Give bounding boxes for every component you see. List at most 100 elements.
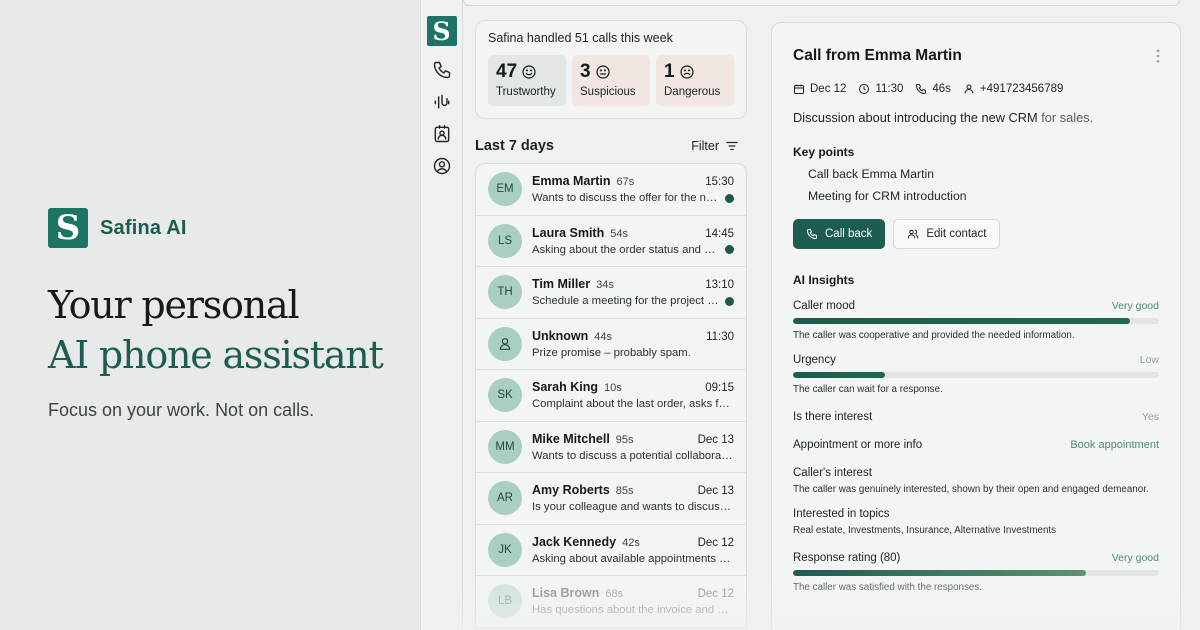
- more-options-icon[interactable]: [1156, 49, 1160, 63]
- key-point: Call back Emma Martin: [808, 167, 934, 181]
- call-time: 09:15: [705, 382, 734, 395]
- ai-insights: AI Insights Caller mood Very good The cal…: [793, 273, 1159, 593]
- phone-icon: [916, 84, 927, 94]
- call-row[interactable]: LS Laura Smith 54s 14:45 Asking about the …: [476, 216, 746, 267]
- stat-label: Suspicious: [580, 86, 636, 98]
- mood-bar: [793, 318, 1159, 324]
- clock-icon: [859, 84, 870, 94]
- avatar: EM: [488, 172, 522, 207]
- insight-value: Low: [1139, 354, 1159, 366]
- insight-label: Urgency: [793, 354, 836, 366]
- call-duration: 46s: [932, 83, 951, 95]
- call-time: Dec 13: [697, 485, 734, 498]
- phone-icon: [807, 229, 817, 239]
- call-summary: Asking about available appointments next…: [532, 552, 734, 565]
- avatar: LS: [488, 223, 522, 258]
- stats-title: Safina handled 51 calls this week: [488, 31, 673, 45]
- call-time: Dec 12: [697, 536, 734, 549]
- insight-label: Caller's interest: [793, 467, 872, 479]
- call-time: Dec 13: [697, 433, 734, 446]
- list-header: Last 7 days Filter: [475, 137, 747, 155]
- book-appointment-link[interactable]: Book appointment: [1070, 439, 1159, 451]
- rail-logo[interactable]: S: [426, 16, 457, 46]
- call-duration: 42s: [622, 536, 640, 549]
- avatar: [488, 326, 522, 361]
- call-row[interactable]: AR Amy Roberts 85s Dec 13 Is your colleagu…: [476, 473, 746, 525]
- description-muted: for sales.: [1041, 110, 1094, 125]
- smile-icon: [522, 65, 536, 79]
- weekly-stats-card: Safina handled 51 calls this week 47 Tru…: [475, 20, 747, 119]
- call-back-button[interactable]: Call back: [793, 219, 886, 249]
- stat-label: Dangerous: [664, 86, 721, 98]
- filter-label: Filter: [691, 139, 719, 153]
- key-points-title: Key points: [793, 145, 855, 159]
- call-row[interactable]: TH Tim Miller 34s 13:10 Schedule a meeting…: [476, 267, 746, 319]
- insight-caller-mood: Caller mood Very good The caller was coop…: [793, 300, 1159, 341]
- caller-name: Laura Smith: [532, 225, 605, 240]
- insight-label: Response rating (80): [793, 552, 901, 564]
- call-row[interactable]: Unknown 44s 11:30 Prize promise – probably…: [476, 319, 746, 370]
- caller-name: Tim Miller: [532, 277, 591, 292]
- insight-note: The caller can wait for a response.: [793, 384, 943, 395]
- avatar: AR: [488, 481, 522, 516]
- avatar: TH: [488, 275, 522, 310]
- top-bar: [463, 0, 1180, 6]
- hero-title-line1: Your personal: [48, 283, 300, 327]
- calendar-icon: [794, 84, 804, 94]
- caller-name: Amy Roberts: [532, 483, 610, 498]
- insight-caller-interest: Caller's interest The caller was genuine…: [793, 467, 1159, 495]
- app-window: S Safina handled 51 calls this week 47 T…: [420, 0, 1200, 630]
- call-row[interactable]: SK Sarah King 10s 09:15 Complaint about th…: [476, 370, 746, 422]
- hero-title: Your personal AI phone assistant: [48, 280, 408, 380]
- insight-topics: Interested in topics Real estate, Invest…: [793, 508, 1159, 536]
- stat-dangerous[interactable]: 1 Dangerous: [656, 55, 734, 106]
- filter-button[interactable]: Filter: [691, 139, 747, 153]
- stat-suspicious[interactable]: 3 Suspicious: [572, 55, 650, 106]
- waveform-icon[interactable]: [432, 92, 452, 112]
- detail-actions: Call back Edit contact: [793, 219, 1159, 249]
- insight-text: The caller was genuinely interested, sho…: [793, 484, 1149, 495]
- insight-value: Very good: [1111, 300, 1159, 312]
- call-time: 14:45: [705, 227, 734, 240]
- call-summary: Prize promise – probably spam.: [532, 346, 691, 359]
- user-icon: [964, 84, 974, 94]
- insight-appointment: Appointment or more info Book appointment: [793, 439, 1159, 451]
- call-row[interactable]: MM Mike Mitchell 95s Dec 13 Wants to discu…: [476, 422, 746, 473]
- rating-bar: [793, 570, 1159, 576]
- mood-bar-fill: [793, 318, 1130, 324]
- call-list: EM Emma Martin 67s 15:30 Wants to discuss …: [475, 163, 747, 629]
- insight-note: The caller was satisfied with the respon…: [793, 582, 982, 593]
- hero-title-line2: AI phone assistant: [48, 333, 384, 377]
- account-icon[interactable]: [432, 156, 452, 176]
- brand: S Safina AI: [48, 208, 408, 248]
- hero-subtitle: Focus on your work. Not on calls.: [48, 400, 315, 420]
- call-duration: 95s: [615, 433, 634, 446]
- contacts-icon[interactable]: [432, 124, 452, 144]
- insight-value: Yes: [1141, 411, 1159, 423]
- urgency-bar-fill: [793, 372, 885, 378]
- caller-phone[interactable]: +491723456789: [980, 83, 1063, 95]
- call-time: Dec 12: [697, 588, 734, 601]
- description-main: Discussion about introducing the new CRM: [793, 110, 1038, 125]
- call-detail-title: Call from Emma Martin: [793, 47, 962, 64]
- call-detail-panel: Call from Emma Martin Dec 12 11:30 46s +…: [771, 22, 1181, 630]
- call-summary: Has questions about the invoice and a di…: [532, 604, 734, 617]
- call-row[interactable]: LB Lisa Brown 68s Dec 12 Has questions abo…: [476, 576, 746, 628]
- call-summary: Asking about the order status and delive…: [532, 243, 719, 256]
- stat-value: 1: [664, 61, 675, 82]
- caller-name: Mike Mitchell: [532, 431, 610, 446]
- key-points: Key points Call back Emma Martin Meeting…: [793, 145, 1159, 203]
- stat-trustworthy[interactable]: 47 Trustworthy: [488, 55, 566, 106]
- phone-icon[interactable]: [432, 60, 452, 80]
- insight-response-rating: Response rating (80) Very good The caller…: [793, 552, 1159, 593]
- call-row[interactable]: JK Jack Kennedy 42s Dec 12 Asking about av…: [476, 525, 746, 576]
- stat-value: 3: [580, 61, 591, 82]
- edit-contact-button[interactable]: Edit contact: [893, 219, 1001, 249]
- call-time: 15:30: [705, 176, 734, 189]
- brand-name: Safina AI: [100, 216, 187, 239]
- caller-name: Unknown: [532, 328, 589, 343]
- ai-insights-title: AI Insights: [793, 273, 855, 287]
- brand-logo: S: [48, 208, 88, 248]
- insight-label: Caller mood: [793, 300, 855, 312]
- call-row[interactable]: EM Emma Martin 67s 15:30 Wants to discuss …: [476, 164, 746, 216]
